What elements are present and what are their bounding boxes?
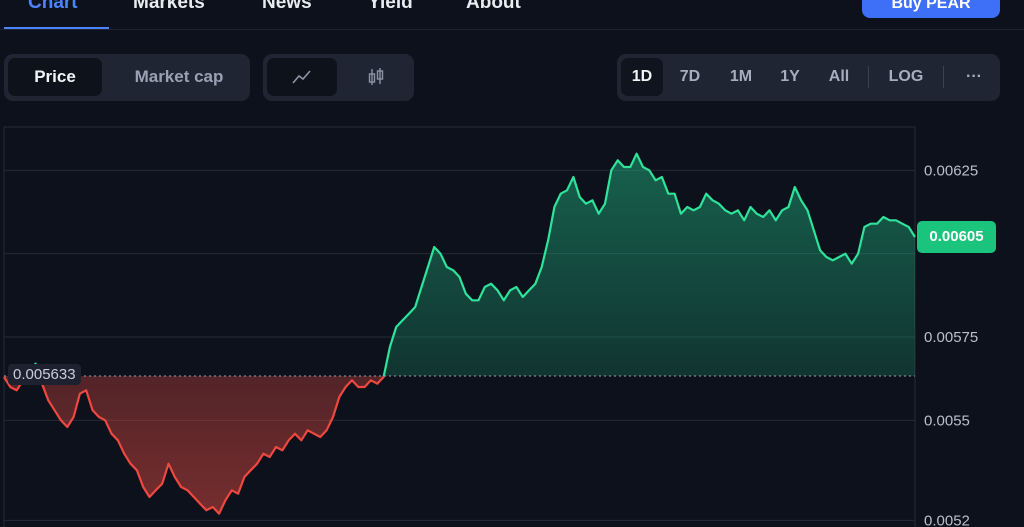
current-price-label: 0.00605 — [917, 221, 996, 253]
baseline-price-text: 0.005633 — [13, 366, 76, 383]
baseline-price-label: 0.005633 — [8, 364, 81, 385]
y-tick-label: 0.0055 — [924, 412, 970, 429]
chart-area — [3, 152, 916, 515]
y-tick-label: 0.00625 — [924, 162, 978, 179]
y-tick-label: 0.00575 — [924, 329, 978, 346]
current-price-text: 0.00605 — [929, 228, 984, 245]
y-tick-label: 0.0052 — [924, 512, 970, 527]
price-chart[interactable]: 0.0052 0.0055 0.00575 0.00625 — [0, 0, 1024, 527]
y-axis: 0.0052 0.0055 0.00575 0.00625 — [924, 162, 978, 527]
